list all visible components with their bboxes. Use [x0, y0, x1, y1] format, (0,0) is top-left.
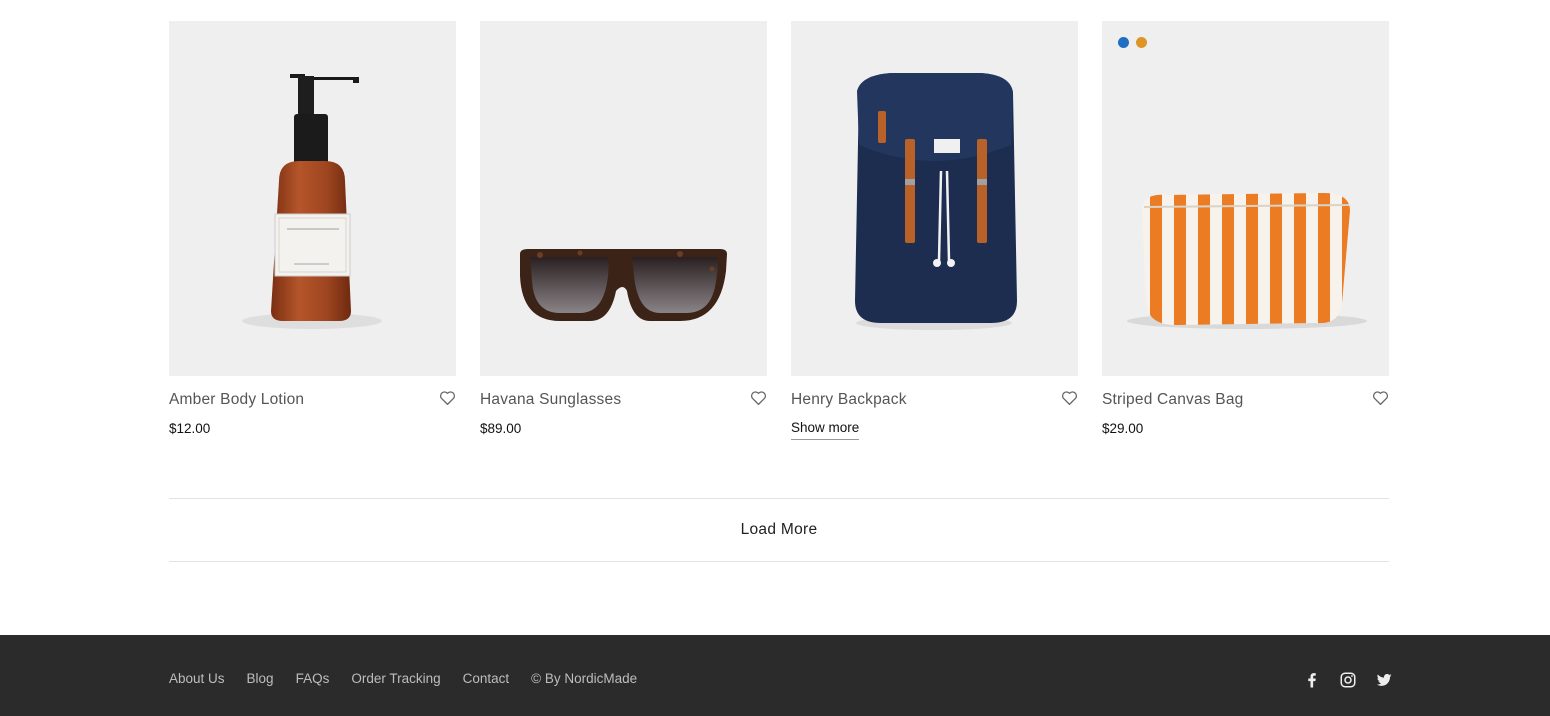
product-price: $89.00: [480, 421, 522, 436]
heart-icon[interactable]: [1061, 390, 1078, 406]
heart-icon[interactable]: [439, 390, 456, 406]
facebook-icon[interactable]: [1303, 671, 1321, 689]
product-price: $12.00: [169, 421, 211, 436]
product-card: Striped Canvas Bag $29.00: [1102, 21, 1389, 436]
footer-link-about[interactable]: About Us: [169, 671, 225, 686]
footer-link-order-tracking[interactable]: Order Tracking: [351, 671, 440, 686]
heart-icon[interactable]: [750, 390, 767, 406]
instagram-icon[interactable]: [1339, 671, 1357, 689]
social-links: [1303, 671, 1393, 689]
product-title[interactable]: Henry Backpack: [791, 391, 907, 409]
show-more-link[interactable]: Show more: [791, 420, 860, 440]
load-more-button[interactable]: Load More: [741, 521, 818, 539]
product-title[interactable]: Striped Canvas Bag: [1102, 391, 1243, 409]
lotion-bottle-image: [242, 74, 382, 329]
product-card: Havana Sunglasses $89.00: [480, 21, 767, 436]
product-title[interactable]: Havana Sunglasses: [480, 391, 621, 409]
product-image[interactable]: [791, 21, 1078, 376]
site-footer: About Us Blog FAQs Order Tracking Contac…: [0, 635, 1550, 716]
product-image[interactable]: [169, 21, 456, 376]
product-card: Amber Body Lotion $12.00: [169, 21, 456, 436]
product-title[interactable]: Amber Body Lotion: [169, 391, 304, 409]
product-card: Henry Backpack Show more: [791, 21, 1078, 440]
product-grid: Amber Body Lotion $12.00 Havana Sunglass…: [169, 21, 1389, 440]
copyright-text: © By NordicMade: [531, 671, 638, 686]
footer-links: About Us Blog FAQs Order Tracking Contac…: [169, 671, 637, 686]
footer-link-faqs[interactable]: FAQs: [296, 671, 330, 686]
twitter-icon[interactable]: [1375, 671, 1393, 689]
striped-pouch-image: [1127, 193, 1367, 329]
footer-link-contact[interactable]: Contact: [463, 671, 510, 686]
product-price: $29.00: [1102, 421, 1144, 436]
product-image[interactable]: [1102, 21, 1389, 376]
load-more-bar: Load More: [169, 498, 1389, 562]
sunglasses-image: [520, 249, 727, 321]
backpack-image: [855, 73, 1017, 330]
heart-icon[interactable]: [1372, 390, 1389, 406]
product-image[interactable]: [480, 21, 767, 376]
footer-link-blog[interactable]: Blog: [247, 671, 274, 686]
